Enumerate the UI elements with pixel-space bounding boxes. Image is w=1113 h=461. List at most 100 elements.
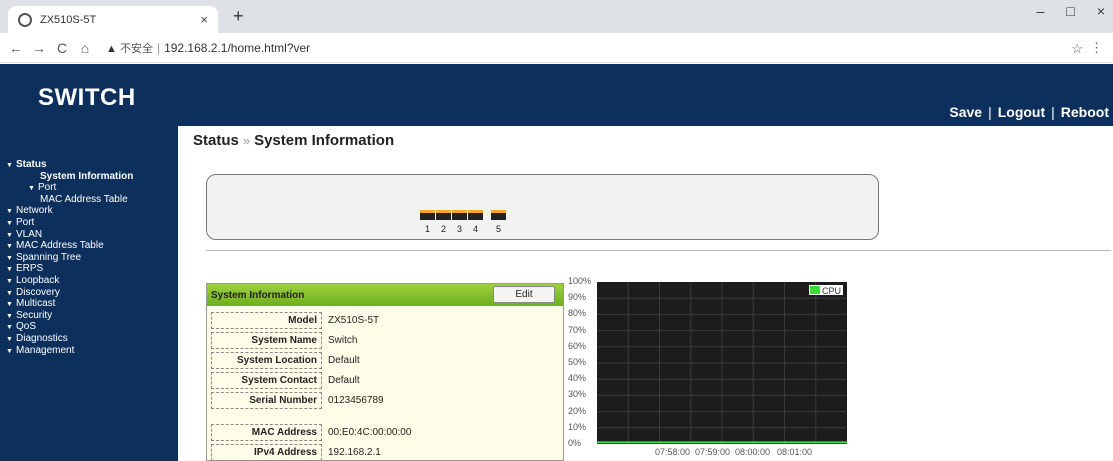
sidebar-item-multicast[interactable]: ▼ Multicast [0,298,178,310]
sidebar-item-label: VLAN [16,228,43,240]
security-indicator[interactable]: ▲ 不安全 [106,40,153,56]
port-label: 5 [495,224,501,234]
sidebar-menu: ▼ Status System Information ▼ Port MAC Addres… [0,126,178,461]
info-row-value: Default [328,355,360,366]
info-row-value: Default [328,375,360,386]
divider [206,250,1111,251]
sidebar-item-label: Status [16,159,47,170]
link-separator: | [1051,104,1055,120]
info-row: System Location Default [211,352,360,369]
sidebar-item-mac-address-table[interactable]: ▼ MAC Address Table [0,240,178,252]
sidebar-item-diagnostics[interactable]: ▼ Diagnostics [0,333,178,345]
sidebar-item-port[interactable]: ▼ Port [0,217,178,229]
info-row-label: IPv4 Address [211,444,322,461]
ethernet-port-icon[interactable] [491,210,506,220]
new-tab-button[interactable]: + [233,6,244,27]
info-header: System Information Edit [207,284,563,306]
sidebar-item-network[interactable]: ▼ Network [0,205,178,217]
sidebar-item-label: QoS [16,321,37,333]
legend-label: CPU [822,286,841,296]
port-label: 1 [424,224,430,234]
system-information-box: System Information Edit Model ZX510S-5T Sy… [206,283,564,461]
sidebar-item-mac-address-table[interactable]: MAC Address Table [0,194,178,206]
app: SWITCH Save | Logout | Reboot ▼ Status System … [0,64,1113,461]
page-title: System Information [254,132,395,149]
maximize-button[interactable]: □ [1066,3,1074,19]
sidebar-item-label: Diagnostics [16,332,68,344]
ethernet-port-icon[interactable] [436,210,451,220]
browser-tabbar: ZX510S-5T × + – □ × [0,0,1113,33]
save-link[interactable]: Save [949,104,982,120]
x-tick-label: 08:00:00 [735,447,771,457]
sidebar-item-status[interactable]: ▼ Status [0,159,178,171]
sidebar-item-label: ERPS [16,263,44,275]
sidebar-item-discovery[interactable]: ▼ Discovery [0,287,178,299]
info-row-value: ZX510S-5T [328,315,380,326]
chevron-down-icon: ▼ [6,301,13,309]
port-label: 2 [440,224,446,234]
forward-button[interactable]: → [32,40,46,56]
sidebar-item-spanning-tree[interactable]: ▼ Spanning Tree [0,252,178,264]
home-button[interactable]: ⌂ [78,40,92,56]
info-row-label: Model [211,312,322,329]
info-row: System Name Switch [211,332,357,349]
chevron-down-icon: ▼ [6,219,13,227]
address-bar: ← → C ⌂ ▲ 不安全 | 192.168.2.1/home.html?ve… [0,33,1113,63]
ethernet-port-icon[interactable] [420,210,435,220]
url-input[interactable]: 192.168.2.1/home.html?ver [164,41,310,55]
legend-swatch [810,286,820,294]
port-label: 4 [472,224,478,234]
tab-title: ZX510S-5T [40,13,97,26]
globe-icon [18,12,32,27]
sidebar-item-security[interactable]: ▼ Security [0,310,178,322]
info-row-value: 0123456789 [328,395,384,406]
sidebar-item-label: MAC Address Table [16,240,104,252]
info-row-label: System Contact [211,372,322,389]
ethernet-port-icon[interactable] [452,210,467,220]
insecure-label: 不安全 [119,42,153,55]
sidebar-item-management[interactable]: ▼ Management [0,345,178,357]
link-separator: | [988,104,992,120]
x-tick-label: 07:58:00 [655,447,691,457]
sidebar-item-qos[interactable]: ▼ QoS [0,321,178,333]
sidebar-item-label: Port [38,182,57,194]
switch-front-panel [206,174,879,240]
reboot-link[interactable]: Reboot [1061,104,1109,120]
chevron-down-icon: ▼ [6,277,13,285]
info-row-label: MAC Address [211,424,322,441]
reload-button[interactable]: C [55,40,69,56]
chevron-down-icon: ▼ [28,185,35,193]
sidebar-item-system-information[interactable]: System Information [0,171,178,183]
sidebar-item-loopback[interactable]: ▼ Loopback [0,275,178,287]
chevron-down-icon: ▼ [6,335,13,343]
info-row: Serial Number 0123456789 [211,392,384,409]
sidebar-item-label: Loopback [16,274,60,286]
logout-link[interactable]: Logout [998,104,1045,120]
sidebar-item-label: MAC Address Table [40,193,128,205]
logo: SWITCH [38,84,136,111]
x-tick-label: 07:59:00 [695,447,731,457]
sidebar-item-label: Security [16,309,53,321]
back-button[interactable]: ← [9,40,23,56]
edit-button[interactable]: Edit [493,286,555,303]
sidebar-item-label: Port [16,216,35,228]
info-row-label: System Name [211,332,322,349]
minimize-button[interactable]: – [1037,3,1045,19]
browser-menu-icon[interactable]: ⋮ [1090,40,1103,56]
breadcrumb-arrow: » [242,133,251,148]
ethernet-port-icon[interactable] [468,210,483,220]
port-label: 3 [456,224,462,234]
bookmark-star-icon[interactable]: ☆ [1071,41,1083,57]
top-links: Save | Logout | Reboot [949,104,1109,120]
x-tick-label: 08:01:00 [777,447,813,457]
close-window-button[interactable]: × [1097,3,1105,19]
cpu-chart-svg: CPU [597,282,847,444]
sidebar-item-vlan[interactable]: ▼ VLAN [0,229,178,241]
info-row-label: Serial Number [211,392,322,409]
tab-close-icon[interactable]: × [200,12,208,27]
sidebar-item-label: Management [16,344,75,356]
sidebar-item-erps[interactable]: ▼ ERPS [0,263,178,275]
url-separator: | [156,40,161,55]
sidebar-item-port[interactable]: ▼ Port [0,182,178,194]
browser-tab[interactable]: ZX510S-5T × [8,6,218,33]
